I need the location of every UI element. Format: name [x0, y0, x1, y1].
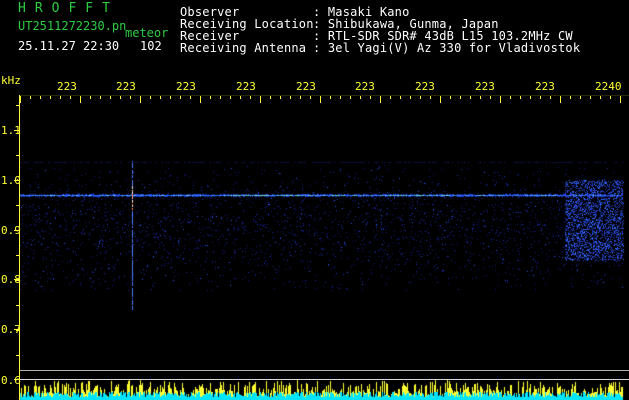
x-tick-label: 223 [176, 80, 196, 93]
x-tick-label: 2240 [595, 80, 622, 93]
y-tick-label: 0.9 [1, 224, 21, 237]
y-tick-label: 0.7 [1, 323, 21, 336]
field-label-antenna: Receiving Antenna [180, 41, 307, 55]
field-value-antenna: : 3el Yagi(V) Az 330 for Vladivostok [313, 41, 581, 55]
x-tick-label: 223 [296, 80, 316, 93]
x-tick-label: 223 [355, 80, 375, 93]
y-tick-label: 0.6 [1, 374, 21, 387]
y-axis-unit: kHz [1, 74, 21, 87]
y-tick-label: 1.0 [1, 174, 21, 187]
x-tick-label: 223 [236, 80, 256, 93]
date-time: 25.11.27 22:30 [18, 39, 120, 53]
app-brand: HROFFT [18, 1, 119, 16]
y-tick-label: 1.1 [1, 124, 21, 137]
x-tick-label: 223 [116, 80, 136, 93]
meteor-count: 102 [140, 39, 162, 53]
x-tick-label: 223 [475, 80, 495, 93]
x-tick-label: 223 [57, 80, 77, 93]
x-tick-label: 223 [415, 80, 435, 93]
y-tick-label: 0.8 [1, 273, 21, 286]
axis-overlay [14, 95, 629, 400]
meteor-label: meteor [125, 26, 169, 40]
x-tick-label: 223 [535, 80, 555, 93]
file-name: UT2511272230.pn [18, 19, 127, 33]
